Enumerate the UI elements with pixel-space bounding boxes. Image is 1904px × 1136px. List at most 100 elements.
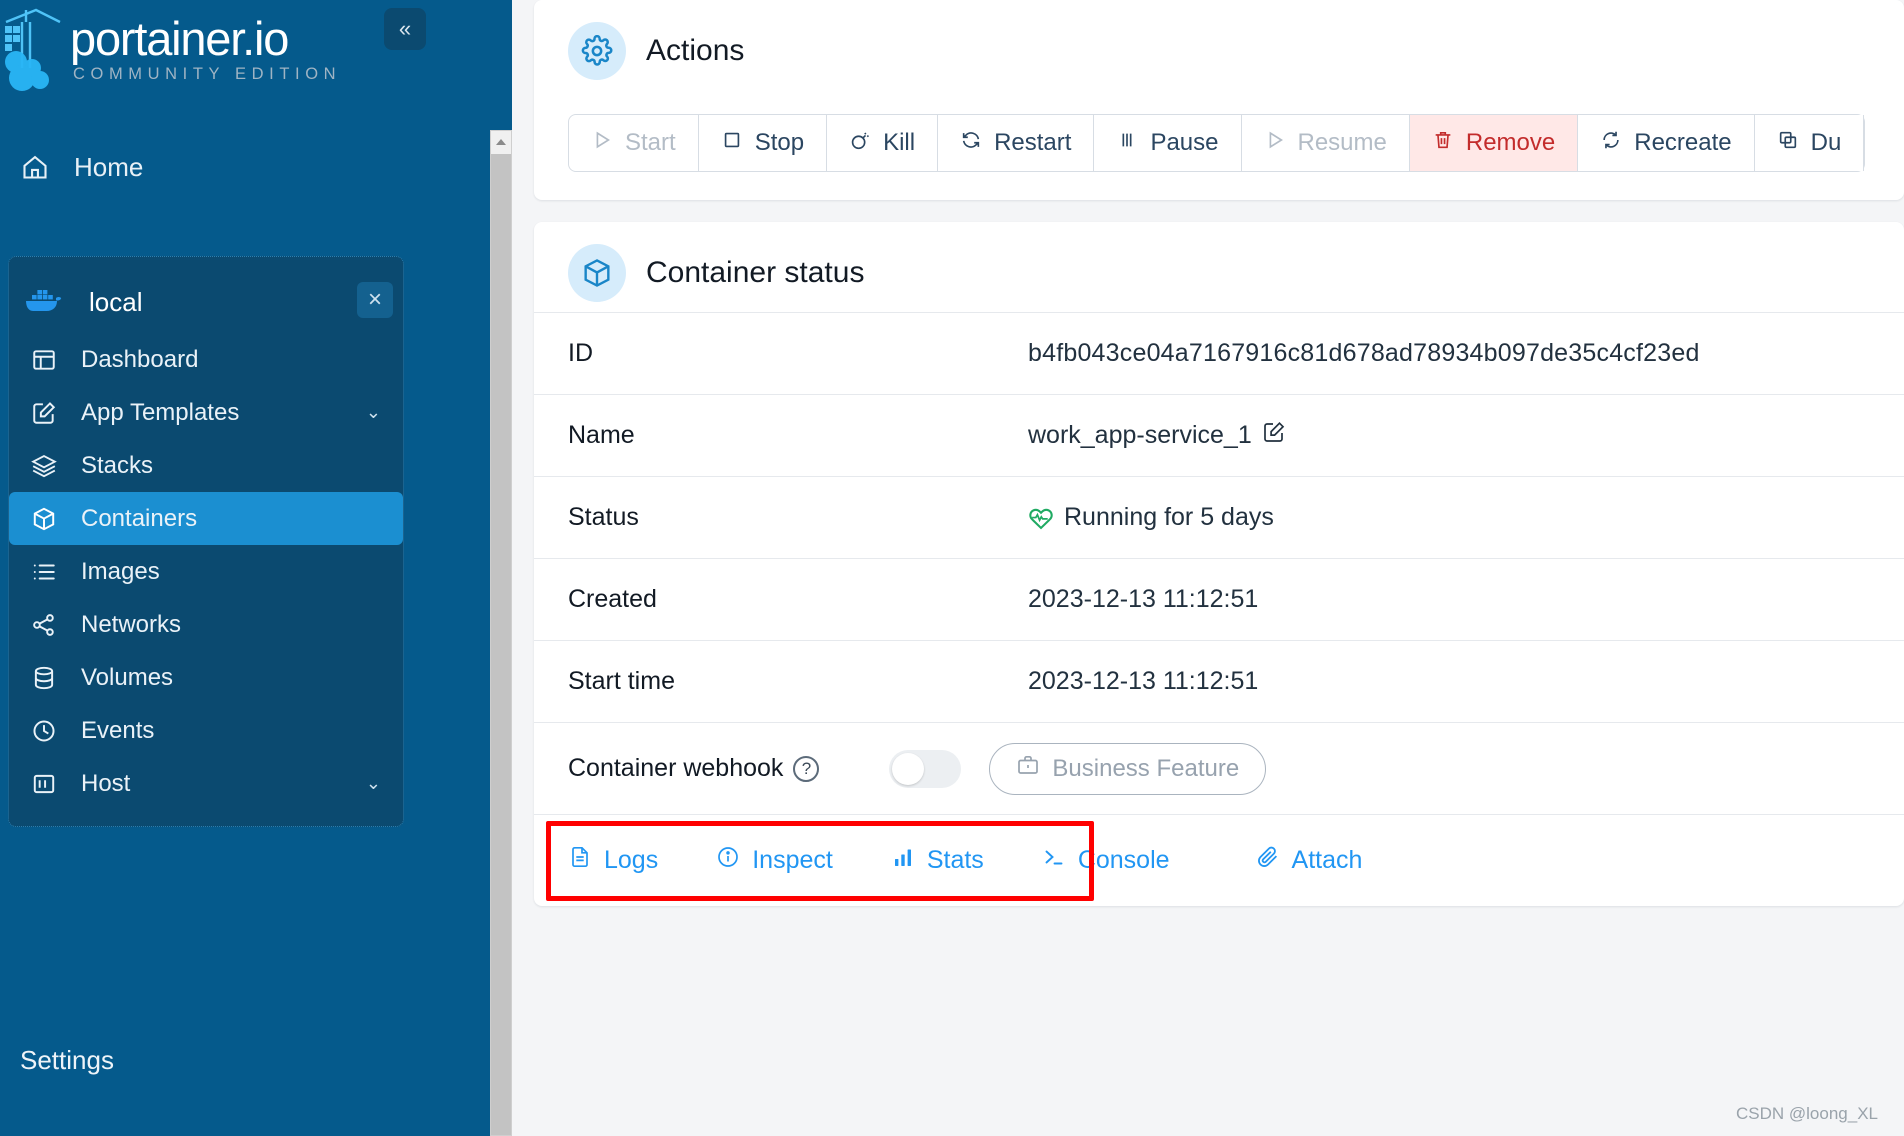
sidebar-item-home[interactable]: Home	[0, 138, 512, 196]
duplicate-edit-button[interactable]: Du	[1754, 115, 1865, 171]
app-root: portainer.io COMMUNITY EDITION « Home lo…	[0, 0, 1904, 1136]
kill-button[interactable]: Kill	[827, 115, 939, 171]
value-text: Running for 5 days	[1064, 503, 1274, 531]
environment-panel: local × Dashboard App Templates ⌄ Stacks…	[8, 256, 404, 827]
sidebar-item-label: Host	[81, 769, 131, 797]
inspect-link[interactable]: Inspect	[716, 845, 833, 876]
table-row: Start time 2023-12-13 11:12:51	[534, 640, 1904, 722]
brand-edition: COMMUNITY EDITION	[73, 65, 342, 84]
start-button[interactable]: Start	[569, 115, 699, 171]
pause-button[interactable]: Pause	[1094, 115, 1242, 171]
table-row: Created 2023-12-13 11:12:51	[534, 558, 1904, 640]
scroll-up-arrow-icon[interactable]	[491, 131, 511, 153]
console-link[interactable]: Console	[1042, 845, 1170, 876]
stop-button[interactable]: Stop	[698, 115, 828, 171]
remove-button[interactable]: Remove	[1409, 115, 1579, 171]
row-key: Created	[568, 585, 657, 613]
restart-button[interactable]: Restart	[938, 115, 1095, 171]
sidebar-item-events[interactable]: Events	[9, 704, 403, 757]
button-label: Start	[625, 129, 676, 156]
sidebar-item-networks[interactable]: Networks	[9, 598, 403, 651]
attach-link[interactable]: Attach	[1256, 845, 1363, 876]
brand-header: portainer.io COMMUNITY EDITION «	[0, 0, 512, 122]
link-label: Attach	[1291, 846, 1363, 874]
badge-label: Business Feature	[1052, 754, 1240, 782]
brand-name: portainer.io	[70, 12, 289, 65]
dashboard-icon	[27, 347, 61, 373]
table-row: Status Running for 5 days	[534, 476, 1904, 558]
pencil-icon[interactable]	[1262, 420, 1286, 451]
link-label: Logs	[604, 846, 659, 874]
sidebar-item-volumes[interactable]: Volumes	[9, 651, 403, 704]
sidebar-item-label: Settings	[20, 1045, 114, 1075]
button-label: Resume	[1297, 129, 1387, 156]
watermark: CSDN @loong_XL	[1736, 1104, 1878, 1123]
start-time-value: 2023-12-13 11:12:51	[1028, 667, 1259, 695]
play-icon	[1264, 129, 1286, 158]
sidebar-scrollbar[interactable]	[486, 130, 512, 1136]
clock-icon	[27, 718, 61, 744]
row-key: ID	[568, 339, 593, 367]
scrollbar-thumb[interactable]	[491, 154, 511, 1135]
docker-whale-icon	[23, 286, 63, 319]
document-icon	[568, 845, 592, 876]
link-label: Console	[1077, 846, 1170, 874]
environment-name: local	[89, 286, 143, 317]
button-label: Remove	[1465, 129, 1556, 156]
bomb-icon	[849, 129, 871, 158]
sidebar-item-label: Stacks	[81, 451, 154, 479]
layers-icon	[27, 453, 61, 479]
container-webhook-row: Container webhook ? Business Feature	[534, 722, 1904, 814]
sidebar-item-app-templates[interactable]: App Templates ⌄	[9, 386, 403, 439]
container-status-card: Container status ID b4fb043ce04a7167916c…	[534, 222, 1904, 906]
scrollbar-track[interactable]	[490, 130, 512, 1136]
sidebar-item-stacks[interactable]: Stacks	[9, 439, 403, 492]
container-id-value: b4fb043ce04a7167916c81d678ad78934b097de3…	[1028, 339, 1700, 367]
sidebar-item-host[interactable]: Host ⌄	[9, 757, 403, 810]
button-label: Du	[1810, 129, 1842, 156]
sidebar-item-containers[interactable]: Containers	[9, 492, 403, 545]
sidebar-collapse-button[interactable]: «	[384, 8, 426, 50]
info-circle-icon	[716, 845, 740, 876]
webhook-toggle[interactable]	[889, 749, 962, 788]
sidebar: portainer.io COMMUNITY EDITION « Home lo…	[0, 0, 512, 1136]
sidebar-item-images[interactable]: Images	[9, 545, 403, 598]
trash-icon	[1432, 129, 1454, 158]
row-key: Start time	[568, 667, 675, 695]
button-label: Kill	[883, 129, 916, 156]
chevron-double-left-icon: «	[398, 16, 412, 41]
chevron-down-icon[interactable]: ⌄	[366, 402, 381, 423]
stats-link[interactable]: Stats	[891, 845, 984, 876]
sidebar-item-dashboard[interactable]: Dashboard	[9, 333, 403, 386]
server-panel-icon	[27, 771, 61, 797]
home-icon	[20, 152, 50, 182]
button-label: Stop	[754, 129, 805, 156]
paperclip-icon	[1256, 845, 1280, 876]
close-icon: ×	[367, 286, 382, 313]
chevron-down-icon[interactable]: ⌄	[366, 773, 381, 794]
sidebar-item-label: Events	[81, 716, 155, 744]
question-circle-icon[interactable]: ?	[793, 755, 820, 782]
container-links-row: Logs Inspect Stats Console Attach	[534, 814, 1904, 906]
webhook-label: Container webhook ?	[568, 754, 820, 783]
actions-header: Actions	[534, 0, 1904, 90]
copy-icon	[1777, 129, 1799, 158]
environment-header[interactable]: local ×	[9, 271, 403, 333]
logs-link[interactable]: Logs	[568, 845, 658, 876]
cube-icon	[568, 244, 626, 302]
resume-button[interactable]: Resume	[1241, 115, 1410, 171]
briefcase-icon	[1016, 753, 1040, 784]
button-label: Pause	[1150, 129, 1219, 156]
container-status-value: Running for 5 days	[1028, 503, 1274, 532]
environment-close-button[interactable]: ×	[357, 282, 393, 318]
square-icon	[721, 129, 743, 158]
business-feature-badge[interactable]: Business Feature	[989, 742, 1267, 795]
container-status-header: Container status	[534, 222, 1904, 312]
sidebar-item-label: Home	[74, 151, 144, 182]
recreate-button[interactable]: Recreate	[1578, 115, 1755, 171]
share-nodes-icon	[27, 612, 61, 638]
value-text: work_app-service_1	[1028, 421, 1252, 449]
main-content: Actions Start Stop Kill Restart Pause Re…	[512, 0, 1904, 1136]
sidebar-item-settings[interactable]: Settings	[0, 1045, 512, 1136]
bar-chart-icon	[891, 845, 915, 876]
